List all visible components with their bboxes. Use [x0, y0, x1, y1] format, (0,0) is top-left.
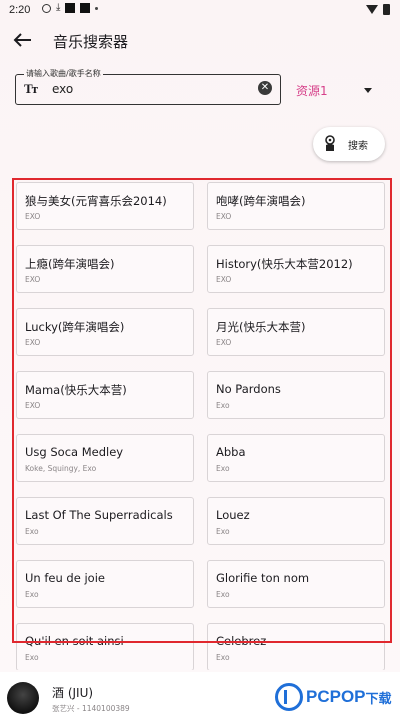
chevron-down-icon[interactable] [364, 88, 372, 93]
result-artist: Koke, Squingy, Exo [25, 464, 97, 473]
result-artist: Exo [216, 590, 230, 599]
now-playing-artist: 张艺兴 - 1140100389 [52, 704, 130, 713]
result-artist: EXO [25, 212, 41, 221]
result-card[interactable]: Lucky(跨年演唱会) EXO [16, 308, 194, 356]
result-artist: Exo [216, 401, 230, 410]
battery-icon [383, 4, 390, 15]
result-card[interactable]: Celebrez Exo [207, 623, 385, 670]
result-title: Louez [216, 508, 250, 522]
clear-icon[interactable]: ✕ [258, 81, 272, 95]
page-title: 音乐搜索器 [53, 33, 129, 51]
result-artist: Exo [216, 527, 230, 536]
app-notification-icon [65, 3, 76, 13]
result-title: 上瘾(跨年演唱会) [25, 257, 115, 271]
results-grid: 狼与美女(元宵喜乐会2014) EXO 咆哮(跨年演唱会) EXO 上瘾(跨年演唱会) E… [15, 180, 387, 670]
search-input-value[interactable]: exo [52, 82, 73, 96]
result-title: Abba [216, 445, 246, 459]
result-card[interactable]: Qu'il en soit ainsi Exo [16, 623, 194, 670]
result-card[interactable]: History(快乐大本营2012) EXO [207, 245, 385, 293]
result-artist: Exo [216, 653, 230, 662]
result-title: Celebrez [216, 634, 267, 648]
result-artist: EXO [216, 338, 232, 347]
result-title: Usg Soca Medley [25, 445, 124, 459]
wifi-icon [366, 5, 378, 14]
result-artist: Exo [216, 464, 230, 473]
search-input[interactable]: 请输入歌曲/歌手名称 Tт exo ✕ [15, 68, 281, 105]
result-title: 月光(快乐大本营) [216, 320, 306, 334]
result-title: Last Of The Superradicals [25, 508, 173, 522]
search-button-label: 搜索 [348, 141, 368, 152]
watermark-text-cn: 下载 [365, 691, 392, 707]
result-artist: EXO [216, 212, 232, 221]
search-button[interactable]: 搜索 [313, 127, 385, 161]
result-artist: Exo [25, 590, 39, 599]
result-card[interactable]: No Pardons Exo [207, 371, 385, 419]
result-title: Glorifie ton nom [216, 571, 310, 585]
result-card[interactable]: 上瘾(跨年演唱会) EXO [16, 245, 194, 293]
app-notification-icon-2 [80, 3, 91, 13]
result-title: 狼与美女(元宵喜乐会2014) [25, 194, 167, 208]
watermark-logo-icon [275, 683, 303, 711]
result-card[interactable]: Last Of The Superradicals Exo [16, 497, 194, 545]
result-title: No Pardons [216, 382, 281, 396]
app-bar: 音乐搜索器 [0, 24, 400, 58]
result-artist: Exo [25, 653, 39, 662]
result-card[interactable]: 狼与美女(元宵喜乐会2014) EXO [16, 182, 194, 230]
now-playing-title: 酒 (JIU) [52, 686, 94, 700]
result-card[interactable]: Abba Exo [207, 434, 385, 482]
result-artist: EXO [25, 401, 41, 410]
result-card[interactable]: 月光(快乐大本营) EXO [207, 308, 385, 356]
album-art[interactable] [7, 682, 39, 714]
status-system-icons [366, 4, 390, 15]
result-card[interactable]: Usg Soca Medley Koke, Squingy, Exo [16, 434, 194, 482]
result-title: 咆哮(跨年演唱会) [216, 194, 306, 208]
result-artist: Exo [25, 527, 39, 536]
download-icon: ⤓ [56, 2, 61, 13]
result-artist: EXO [216, 275, 232, 284]
more-notifications-icon [95, 6, 99, 10]
result-title: Mama(快乐大本营) [25, 383, 127, 397]
text-format-icon: Tт [24, 81, 38, 96]
result-artist: EXO [25, 338, 41, 347]
result-card[interactable]: Mama(快乐大本营) EXO [16, 371, 194, 419]
result-title: Un feu de joie [25, 571, 105, 585]
result-title: Qu'il en soit ainsi [25, 634, 124, 648]
status-bar: 2:20 ⤓ [0, 0, 400, 22]
result-card[interactable]: Louez Exo [207, 497, 385, 545]
status-time: 2:20 [9, 4, 31, 16]
back-arrow-icon[interactable] [12, 32, 32, 48]
result-title: Lucky(跨年演唱会) [25, 320, 125, 334]
result-card[interactable]: Un feu de joie Exo [16, 560, 194, 608]
result-title: History(快乐大本营2012) [216, 257, 353, 271]
watermark: PCPOP 下载 [275, 683, 392, 711]
watermark-text: PCPOP [306, 687, 366, 706]
search-input-label: 请输入歌曲/歌手名称 [24, 68, 103, 79]
music-search-icon [325, 135, 335, 151]
result-artist: EXO [25, 275, 41, 284]
vpn-icon [42, 3, 51, 13]
result-card[interactable]: 咆哮(跨年演唱会) EXO [207, 182, 385, 230]
source-select[interactable]: 资源1 [296, 82, 328, 99]
result-card[interactable]: Glorifie ton nom Exo [207, 560, 385, 608]
status-notification-icons: ⤓ [42, 2, 99, 13]
